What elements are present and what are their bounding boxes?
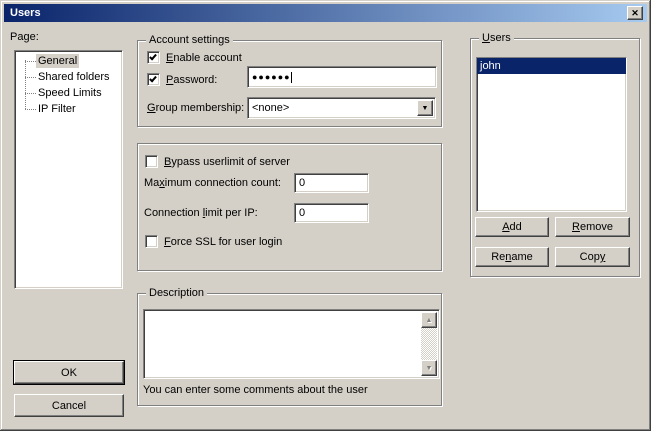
rename-user-button[interactable]: Rename xyxy=(475,247,549,267)
tree-branch-icon xyxy=(25,61,36,62)
user-list-item[interactable]: john xyxy=(477,58,626,74)
description-group: Description ▲ ▼ You can enter some comme… xyxy=(137,293,442,406)
max-connection-count-input[interactable]: 0 xyxy=(294,173,369,193)
group-membership-value: <none> xyxy=(252,101,289,115)
checkbox-box xyxy=(145,155,158,168)
chevron-down-icon: ▼ xyxy=(422,105,429,112)
close-icon: ✕ xyxy=(631,9,639,18)
copy-user-button[interactable]: Copy xyxy=(555,247,630,267)
group-membership-select[interactable]: <none> ▼ xyxy=(247,97,436,119)
bypass-userlimit-checkbox[interactable]: Bypass userlimit of server xyxy=(145,155,290,168)
titlebar[interactable]: Users xyxy=(4,4,647,22)
cancel-label: Cancel xyxy=(52,400,86,412)
checkbox-box xyxy=(147,51,160,64)
copy-user-label: Copy xyxy=(580,251,606,263)
tree-item-label: IP Filter xyxy=(36,102,78,116)
remove-user-button[interactable]: Remove xyxy=(555,217,630,237)
enable-account-checkbox[interactable]: Enable account xyxy=(147,51,242,64)
tree-branch-icon xyxy=(25,93,36,94)
password-checkbox[interactable]: Password: xyxy=(147,73,217,86)
tree-branch-icon xyxy=(25,77,36,78)
users-listbox[interactable]: john xyxy=(476,57,627,212)
account-settings-group: Account settings Enable account Password… xyxy=(137,40,442,127)
arrow-up-icon: ▲ xyxy=(426,317,433,324)
connection-limit-per-ip-value: 0 xyxy=(299,207,305,219)
tree-item-label: Speed Limits xyxy=(36,86,104,100)
scroll-up-button[interactable]: ▲ xyxy=(421,312,437,328)
dropdown-button[interactable]: ▼ xyxy=(417,100,433,116)
user-name: john xyxy=(480,60,501,72)
checkbox-box xyxy=(145,235,158,248)
ok-button[interactable]: OK xyxy=(14,361,124,384)
window-title: Users xyxy=(10,7,41,19)
description-textarea[interactable]: ▲ ▼ xyxy=(143,309,440,379)
tree-item-label: General xyxy=(36,54,79,68)
tree-item-shared-folders[interactable]: Shared folders xyxy=(15,69,122,85)
checkbox-box xyxy=(147,73,160,86)
page-tree[interactable]: General Shared folders Speed Limits IP F… xyxy=(14,50,123,289)
tree-item-general[interactable]: General xyxy=(15,53,122,69)
force-ssl-label: Force SSL for user login xyxy=(164,236,282,248)
users-title: Users xyxy=(479,32,514,44)
password-label: Password: xyxy=(166,74,217,86)
users-group: Users john Add Remove Rename Copy xyxy=(470,38,640,277)
page-label: Page: xyxy=(10,31,39,43)
description-hint: You can enter some comments about the us… xyxy=(143,384,368,396)
checkmark-icon xyxy=(149,75,157,83)
text-caret xyxy=(291,72,292,83)
max-connection-count-value: 0 xyxy=(299,177,305,189)
tree-item-ip-filter[interactable]: IP Filter xyxy=(15,101,122,117)
vertical-scrollbar[interactable]: ▲ ▼ xyxy=(421,312,437,376)
account-settings-title: Account settings xyxy=(146,34,233,46)
connection-limits-group: Bypass userlimit of server Maximum conne… xyxy=(137,143,442,271)
password-input[interactable]: ●●●●●● xyxy=(247,66,437,88)
users-dialog: { "window": { "title": "Users" }, "icons… xyxy=(0,0,651,431)
force-ssl-checkbox[interactable]: Force SSL for user login xyxy=(145,235,282,248)
arrow-down-icon: ▼ xyxy=(426,365,433,372)
tree-item-speed-limits[interactable]: Speed Limits xyxy=(15,85,122,101)
tree-item-label: Shared folders xyxy=(36,70,112,84)
scroll-down-button[interactable]: ▼ xyxy=(421,360,437,376)
connection-limit-per-ip-label: Connection limit per IP: xyxy=(144,203,258,223)
max-connection-count-label: Maximum connection count: xyxy=(144,173,281,193)
remove-user-label: Remove xyxy=(572,221,613,233)
tree-branch-icon xyxy=(25,109,36,110)
connection-limit-per-ip-input[interactable]: 0 xyxy=(294,203,369,223)
add-user-label: Add xyxy=(502,221,522,233)
cancel-button[interactable]: Cancel xyxy=(14,394,124,417)
password-masked-value: ●●●●●● xyxy=(252,72,291,82)
rename-user-label: Rename xyxy=(491,251,533,263)
enable-account-label: Enable account xyxy=(166,52,242,64)
close-button[interactable]: ✕ xyxy=(627,6,643,20)
description-title: Description xyxy=(146,287,207,299)
ok-label: OK xyxy=(61,367,77,379)
checkmark-icon xyxy=(149,53,157,61)
bypass-userlimit-label: Bypass userlimit of server xyxy=(164,156,290,168)
add-user-button[interactable]: Add xyxy=(475,217,549,237)
group-membership-label: Group membership: xyxy=(147,97,244,119)
